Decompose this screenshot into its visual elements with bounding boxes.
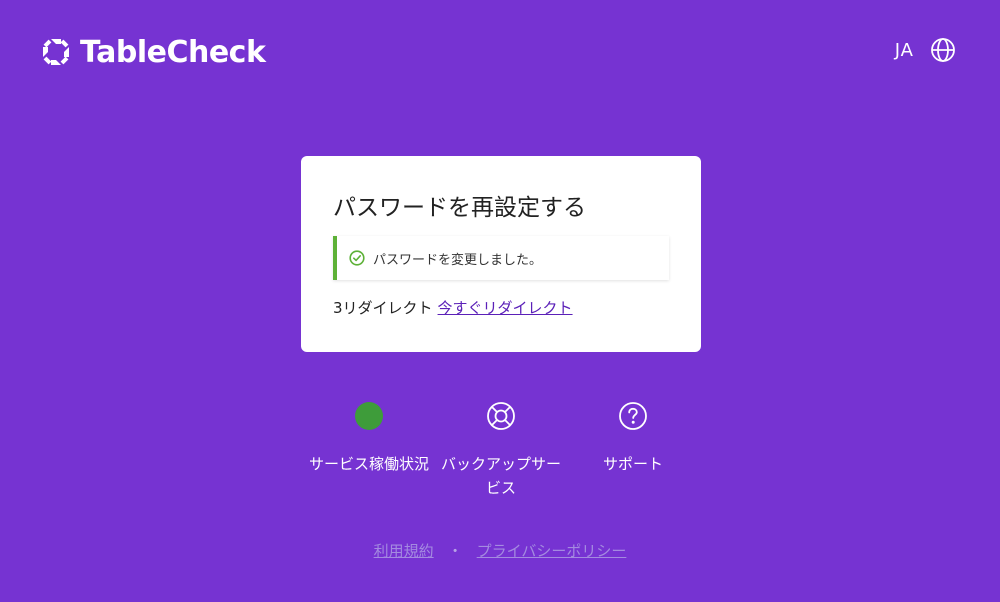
footer: 利用規約 ・ プライバシーポリシー (0, 540, 1000, 561)
status-dot (353, 400, 385, 432)
tablecheck-logo-icon (40, 36, 72, 68)
question-circle-icon (617, 400, 649, 432)
language-code: JA (894, 39, 914, 61)
lifebuoy-icon (485, 400, 517, 432)
service-status-link[interactable]: サービス稼働状況 (307, 400, 431, 476)
footer-separator: ・ (447, 542, 463, 560)
backup-service-label: バックアップサービス (440, 455, 561, 497)
service-status-label: サービス稼働状況 (308, 455, 429, 473)
page-title: パスワードを再設定する (333, 195, 586, 221)
check-circle-icon (349, 250, 365, 266)
alert-message: パスワードを変更しました。 (373, 252, 543, 268)
reset-password-card: パスワードを再設定する パスワードを変更しました。 3リダイレクト 今すぐリダイ… (301, 156, 701, 352)
language-selector[interactable]: JA (895, 36, 956, 64)
redirect-now-link[interactable]: 今すぐリダイレクト (438, 297, 573, 318)
backup-service-link[interactable]: バックアップサービス (439, 400, 563, 500)
brand-name: TableCheck (80, 34, 266, 70)
support-label: サポート (602, 455, 663, 473)
page: TableCheck JA パスワードを再設定する パスワードを変更しました。 … (0, 0, 1000, 602)
brand-logo[interactable]: TableCheck (40, 33, 266, 71)
redirect-row: 3リダイレクト 今すぐリダイレクト (333, 297, 573, 318)
redirect-countdown: 3リダイレクト (333, 299, 433, 317)
privacy-policy-link[interactable]: プライバシーポリシー (477, 540, 627, 561)
support-link[interactable]: サポート (571, 400, 695, 476)
globe-icon (930, 37, 956, 63)
terms-link[interactable]: 利用規約 (374, 540, 434, 561)
success-alert: パスワードを変更しました。 (333, 236, 669, 280)
